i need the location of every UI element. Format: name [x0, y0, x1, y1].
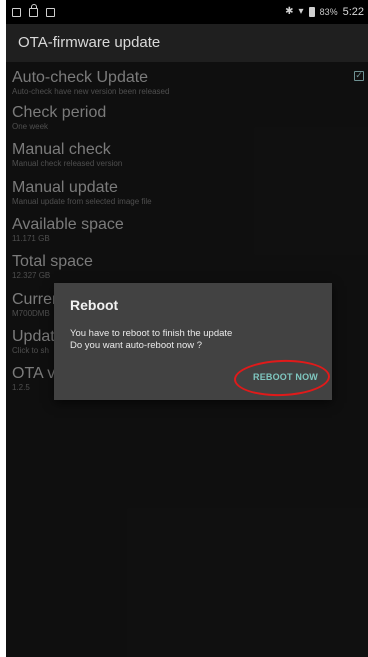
dialog-title: Reboot [70, 297, 119, 313]
notification-icons [12, 3, 55, 17]
bluetooth-icon: ✱ [285, 6, 294, 17]
dialog-message-line-1: You have to reboot to finish the update [70, 328, 233, 339]
lock-icon [29, 3, 38, 17]
dialog-message: You have to reboot to finish the update … [70, 328, 232, 352]
square-icon [46, 7, 55, 17]
image-icon [12, 7, 21, 17]
action-bar: OTA-firmware update [6, 24, 368, 62]
clock: 5:22 [342, 6, 364, 18]
dialog-message-line-2: Do you want auto-reboot now ? [70, 340, 203, 351]
battery-icon [308, 7, 315, 17]
battery-percent: 83% [319, 7, 338, 17]
wifi-icon: ▾ [298, 6, 304, 17]
phone-screen: ✱ ▾ 83% 5:22 OTA-firmware update Auto-ch… [6, 0, 368, 657]
app-title: OTA-firmware update [18, 34, 161, 51]
system-status: ✱ ▾ 83% 5:22 [285, 6, 364, 18]
status-bar: ✱ ▾ 83% 5:22 [6, 0, 368, 24]
